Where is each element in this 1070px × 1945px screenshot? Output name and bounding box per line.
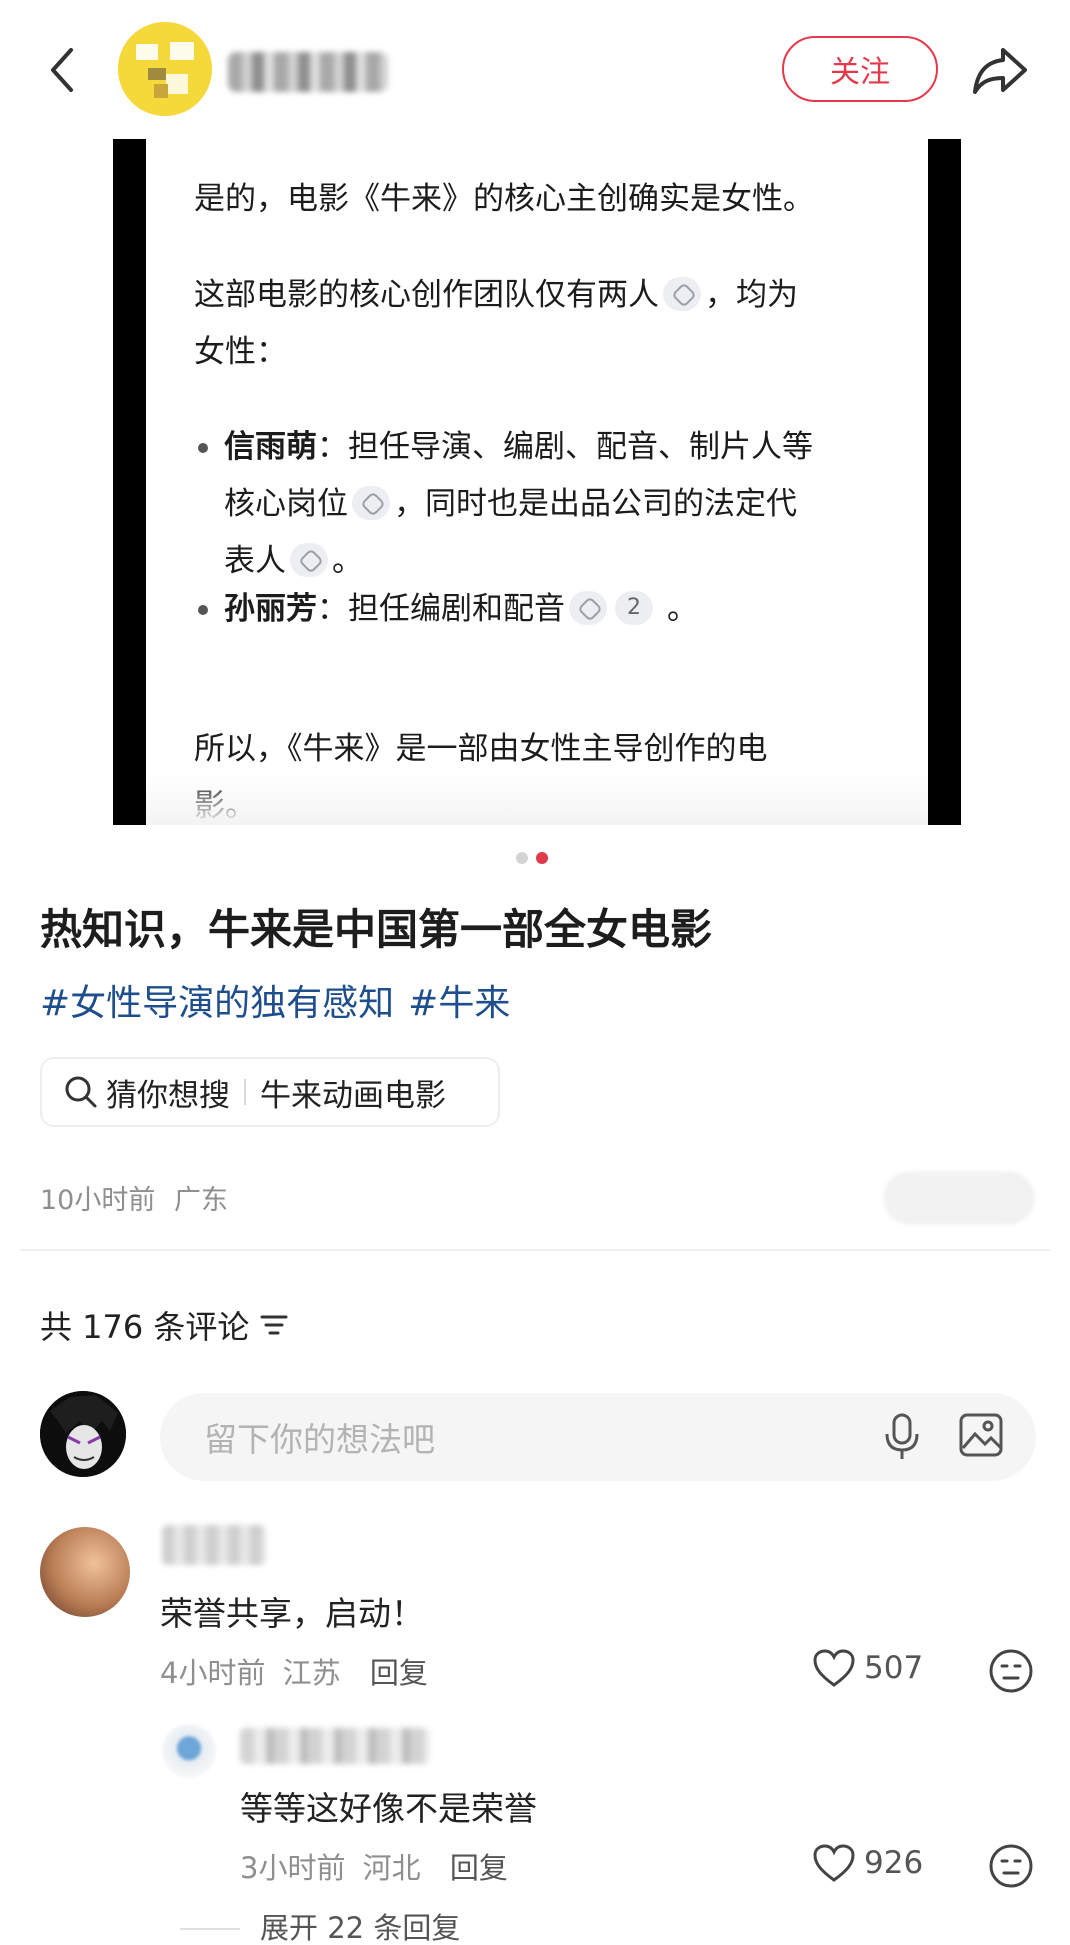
like-button[interactable]: 926: [812, 1843, 923, 1883]
divider: [180, 1928, 240, 1930]
answer-text: ，均为: [705, 277, 798, 313]
guess-search-box[interactable]: 猜你想搜 牛来动画电影: [40, 1057, 500, 1127]
bullet-name: 信雨萌: [224, 429, 317, 465]
expand-replies-button[interactable]: 展开 22 条回复: [260, 1905, 460, 1945]
post-time: 10小时前: [40, 1185, 156, 1216]
guess-term[interactable]: 牛来动画电影: [260, 1070, 446, 1115]
comments-header[interactable]: 共 176 条评论: [40, 1302, 289, 1348]
microphone-icon[interactable]: [880, 1412, 924, 1462]
image-icon[interactable]: [958, 1412, 1004, 1458]
answer-text: 这部电影的核心创作团队仅有两人: [194, 277, 659, 313]
comment-input-placeholder: 留下你的想法吧: [204, 1420, 435, 1459]
my-avatar-image: [40, 1391, 126, 1477]
sort-icon[interactable]: [259, 1312, 289, 1338]
answer-text: ，同时也是出品公司的法定代: [394, 486, 797, 522]
link-icon: [290, 542, 328, 577]
post-location: 广东: [173, 1185, 228, 1216]
comment-meta: 4小时前 江苏 回复: [160, 1650, 428, 1692]
post-title: 热知识，牛来是中国第一部全女电影: [40, 905, 713, 954]
comment-text: 荣誉共享，启动！: [160, 1594, 424, 1633]
follow-button[interactable]: 关注: [782, 36, 938, 102]
answer-screenshot: 是的，电影《牛来》的核心主创确实是女性。 这部电影的核心创作团队仅有两人 ，均为 …: [146, 139, 928, 825]
author-name[interactable]: [228, 52, 388, 92]
hashtag-list: #女性导演的独有感知 #牛来: [40, 974, 524, 1026]
answer-paragraph-1: 是的，电影《牛来》的核心主创确实是女性。: [194, 181, 814, 217]
reply-button[interactable]: 回复: [450, 1851, 508, 1885]
top-bar: 关注: [0, 0, 1070, 135]
bullet-dot: [198, 605, 208, 615]
divider: [244, 1079, 246, 1105]
answer-text: ：担任编剧和配音: [317, 591, 565, 627]
reply-meta: 3小时前 河北 回复: [240, 1845, 508, 1887]
reply-avatar[interactable]: [162, 1724, 216, 1778]
comment-location: 河北: [362, 1851, 421, 1885]
answer-text: ：担任导演、编剧、配音、制片人等: [317, 429, 813, 465]
reply-button[interactable]: 回复: [370, 1656, 428, 1690]
carousel-dot-active[interactable]: [536, 852, 548, 864]
dislike-icon[interactable]: [988, 1843, 1034, 1889]
like-count: 507: [864, 1650, 924, 1686]
share-icon: [973, 48, 1027, 94]
answer-text: 表人: [224, 543, 286, 579]
author-avatar-image: [118, 22, 212, 116]
commenter-avatar[interactable]: [40, 1527, 130, 1617]
comment-location: 江苏: [282, 1656, 341, 1690]
like-button[interactable]: 507: [812, 1648, 923, 1688]
chevron-left-icon: [51, 48, 73, 92]
share-button[interactable]: [968, 40, 1032, 100]
author-avatar[interactable]: [118, 22, 212, 116]
link-icon: [569, 590, 607, 625]
reply-author-name[interactable]: [240, 1728, 430, 1764]
link-icon: [663, 276, 701, 311]
post-meta: 10小时前 广东: [40, 1178, 228, 1217]
reply-text: 等等这好像不是荣誉: [240, 1789, 537, 1828]
blurred-badge: [884, 1172, 1034, 1224]
dislike-icon[interactable]: [988, 1648, 1034, 1694]
divider: [20, 1249, 1050, 1251]
answer-text: 。: [332, 543, 363, 579]
answer-text: 核心岗位: [224, 486, 348, 522]
heart-icon: [813, 1649, 855, 1687]
back-button[interactable]: [40, 38, 84, 102]
comment-time: 3小时前: [240, 1851, 346, 1885]
bullet-name: 孙丽芳: [224, 591, 317, 627]
search-icon: [65, 1076, 97, 1108]
guess-label: 猜你想搜: [106, 1077, 230, 1114]
like-count: 926: [864, 1845, 924, 1881]
fade-overlay: [146, 775, 928, 825]
post-image-carousel[interactable]: 是的，电影《牛来》的核心主创确实是女性。 这部电影的核心创作团队仅有两人 ，均为 …: [113, 139, 961, 825]
bullet-dot: [198, 443, 208, 453]
hashtag-link[interactable]: #牛来: [408, 983, 510, 1024]
commenter-name[interactable]: [162, 1525, 266, 1565]
comments-count: 共 176 条评论: [40, 1308, 250, 1346]
comment-time: 4小时前: [160, 1656, 266, 1690]
my-avatar: [40, 1391, 126, 1477]
hashtag-link[interactable]: #女性导演的独有感知: [40, 983, 394, 1024]
answer-text: 。: [667, 591, 698, 627]
carousel-dot[interactable]: [516, 852, 528, 864]
citation-count: 2: [615, 590, 653, 625]
answer-text: 女性：: [194, 334, 287, 370]
carousel-indicator: [512, 852, 572, 868]
link-icon: [352, 485, 390, 520]
answer-text: 所以，《牛来》是一部由女性主导创作的电: [194, 731, 768, 767]
heart-icon: [813, 1844, 855, 1882]
answer-paragraph-2: 这部电影的核心创作团队仅有两人 ，均为 女性：: [194, 267, 884, 381]
